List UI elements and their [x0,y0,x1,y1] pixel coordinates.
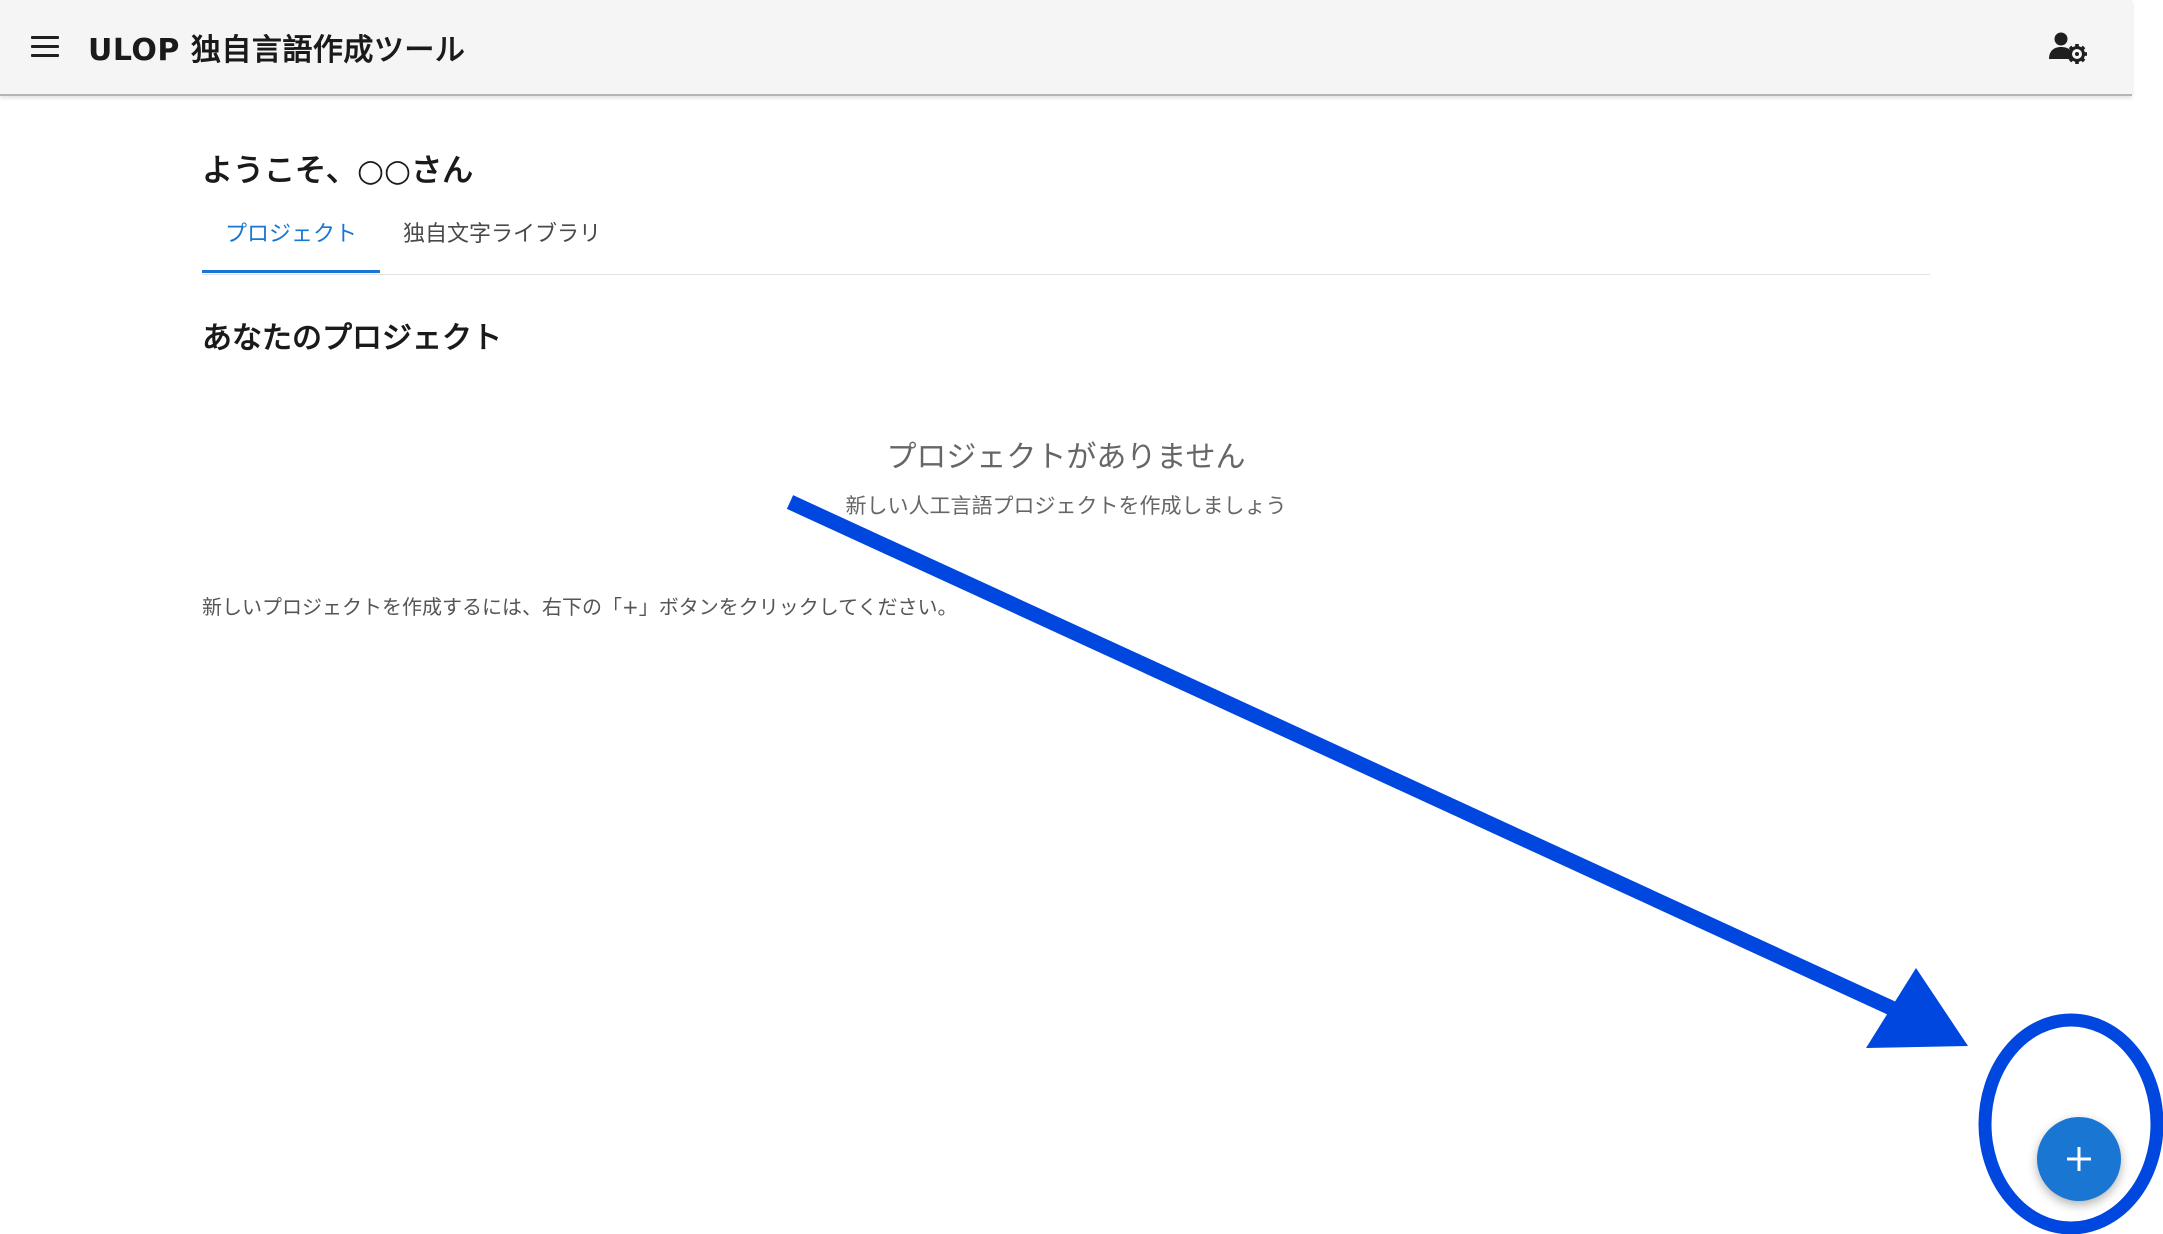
menu-icon[interactable] [28,30,64,64]
app-title: ULOP 独自言語作成ツール [88,33,466,68]
account-settings-icon[interactable] [2046,26,2090,70]
add-project-button[interactable] [2037,1117,2121,1201]
empty-state-title: プロジェクトがありません [886,440,1246,475]
plus-icon [2067,1147,2091,1171]
tab-library-label: 独自文字ライブラリ [402,222,601,247]
tab-projects[interactable]: プロジェクト [202,210,380,273]
app-bar: ULOP 独自言語作成ツール [0,0,2132,96]
welcome-heading: ようこそ、○○さん [202,153,474,189]
tab-bar: プロジェクト 独自文字ライブラリ [202,210,1930,275]
empty-state-subtitle: 新しい人工言語プロジェクトを作成しましょう [845,494,1287,518]
annotation-arrowhead [1866,968,1968,1048]
section-title: あなたのプロジェクト [202,321,502,356]
create-project-hint: 新しいプロジェクトを作成するには、右下の「+」ボタンをクリックしてください。 [202,595,958,619]
active-tab-indicator [202,270,380,273]
tab-projects-label: プロジェクト [224,222,357,247]
tab-custom-character-library[interactable]: 独自文字ライブラリ [392,210,612,272]
annotation-arrow-shaft [786,495,1904,1019]
